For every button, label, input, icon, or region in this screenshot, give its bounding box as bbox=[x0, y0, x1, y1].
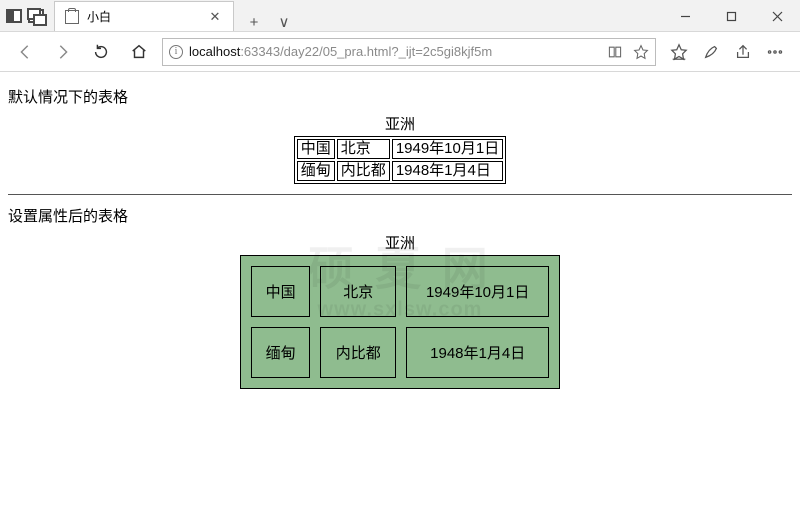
cell: 中国 bbox=[297, 139, 335, 159]
section2-label: 设置属性后的表格 bbox=[8, 205, 792, 226]
cell: 1949年10月1日 bbox=[392, 139, 503, 159]
close-tab-button[interactable]: ✕ bbox=[207, 9, 223, 25]
cell: 中国 bbox=[251, 266, 310, 317]
url-host: localhost bbox=[189, 44, 240, 59]
cell: 缅甸 bbox=[251, 327, 310, 378]
window-controls bbox=[662, 0, 800, 31]
home-button[interactable] bbox=[124, 37, 154, 67]
cell: 缅甸 bbox=[297, 161, 335, 181]
maximize-button[interactable] bbox=[708, 0, 754, 32]
default-table: 亚洲 中国 北京 1949年10月1日 缅甸 内比都 1948年1月4日 bbox=[294, 113, 506, 184]
table-row: 缅甸 内比都 1948年1月4日 bbox=[251, 327, 549, 378]
show-tabs-icon[interactable] bbox=[28, 9, 44, 23]
tab-actions: + ∨ bbox=[234, 13, 304, 31]
notes-icon[interactable] bbox=[702, 43, 720, 61]
url-text: localhost:63343/day22/05_pra.html?_ijt=2… bbox=[189, 44, 601, 59]
table-caption: 亚洲 bbox=[294, 113, 506, 136]
minimize-button[interactable] bbox=[662, 0, 708, 32]
favorites-hub-icon[interactable] bbox=[670, 43, 688, 61]
table-row: 缅甸 内比都 1948年1月4日 bbox=[297, 161, 503, 181]
tab-title: 小白 bbox=[87, 8, 199, 25]
toolbar: i localhost:63343/day22/05_pra.html?_ijt… bbox=[0, 32, 800, 72]
section1-label: 默认情况下的表格 bbox=[8, 86, 792, 107]
back-button[interactable] bbox=[10, 37, 40, 67]
close-window-button[interactable] bbox=[754, 0, 800, 32]
reading-view-icon[interactable] bbox=[607, 44, 623, 60]
cell: 1949年10月1日 bbox=[406, 266, 549, 317]
tab-tools bbox=[0, 0, 50, 31]
site-info-icon[interactable]: i bbox=[169, 45, 183, 59]
tab-dropdown-button[interactable]: ∨ bbox=[274, 13, 294, 31]
forward-button[interactable] bbox=[48, 37, 78, 67]
tab-strip: 小白 ✕ + ∨ bbox=[50, 0, 662, 31]
address-field[interactable]: i localhost:63343/day22/05_pra.html?_ijt… bbox=[162, 38, 656, 66]
styled-table: 亚洲 中国 北京 1949年10月1日 缅甸 内比都 1948年1月4日 bbox=[240, 232, 560, 389]
table-row: 中国 北京 1949年10月1日 bbox=[297, 139, 503, 159]
browser-tab[interactable]: 小白 ✕ bbox=[54, 1, 234, 31]
url-rest: :63343/day22/05_pra.html?_ijt=2c5gi8kjf5… bbox=[240, 44, 492, 59]
share-icon[interactable] bbox=[734, 43, 752, 61]
cell: 1948年1月4日 bbox=[406, 327, 549, 378]
cell: 1948年1月4日 bbox=[392, 161, 503, 181]
new-tab-button[interactable]: + bbox=[244, 14, 264, 31]
divider bbox=[8, 194, 792, 195]
tabs-aside-icon[interactable] bbox=[6, 9, 22, 23]
cell: 内比都 bbox=[320, 327, 396, 378]
blank-page-icon bbox=[65, 10, 79, 24]
page-content: 默认情况下的表格 亚洲 中国 北京 1949年10月1日 缅甸 内比都 1948… bbox=[0, 72, 800, 399]
favorite-star-icon[interactable] bbox=[633, 44, 649, 60]
refresh-button[interactable] bbox=[86, 37, 116, 67]
more-icon[interactable] bbox=[766, 43, 784, 61]
table-caption: 亚洲 bbox=[240, 232, 560, 255]
title-bar: 小白 ✕ + ∨ bbox=[0, 0, 800, 32]
cell: 内比都 bbox=[337, 161, 390, 181]
cell: 北京 bbox=[337, 139, 390, 159]
table-row: 中国 北京 1949年10月1日 bbox=[251, 266, 549, 317]
address-trail bbox=[607, 44, 649, 60]
toolbar-right bbox=[664, 43, 790, 61]
cell: 北京 bbox=[320, 266, 396, 317]
